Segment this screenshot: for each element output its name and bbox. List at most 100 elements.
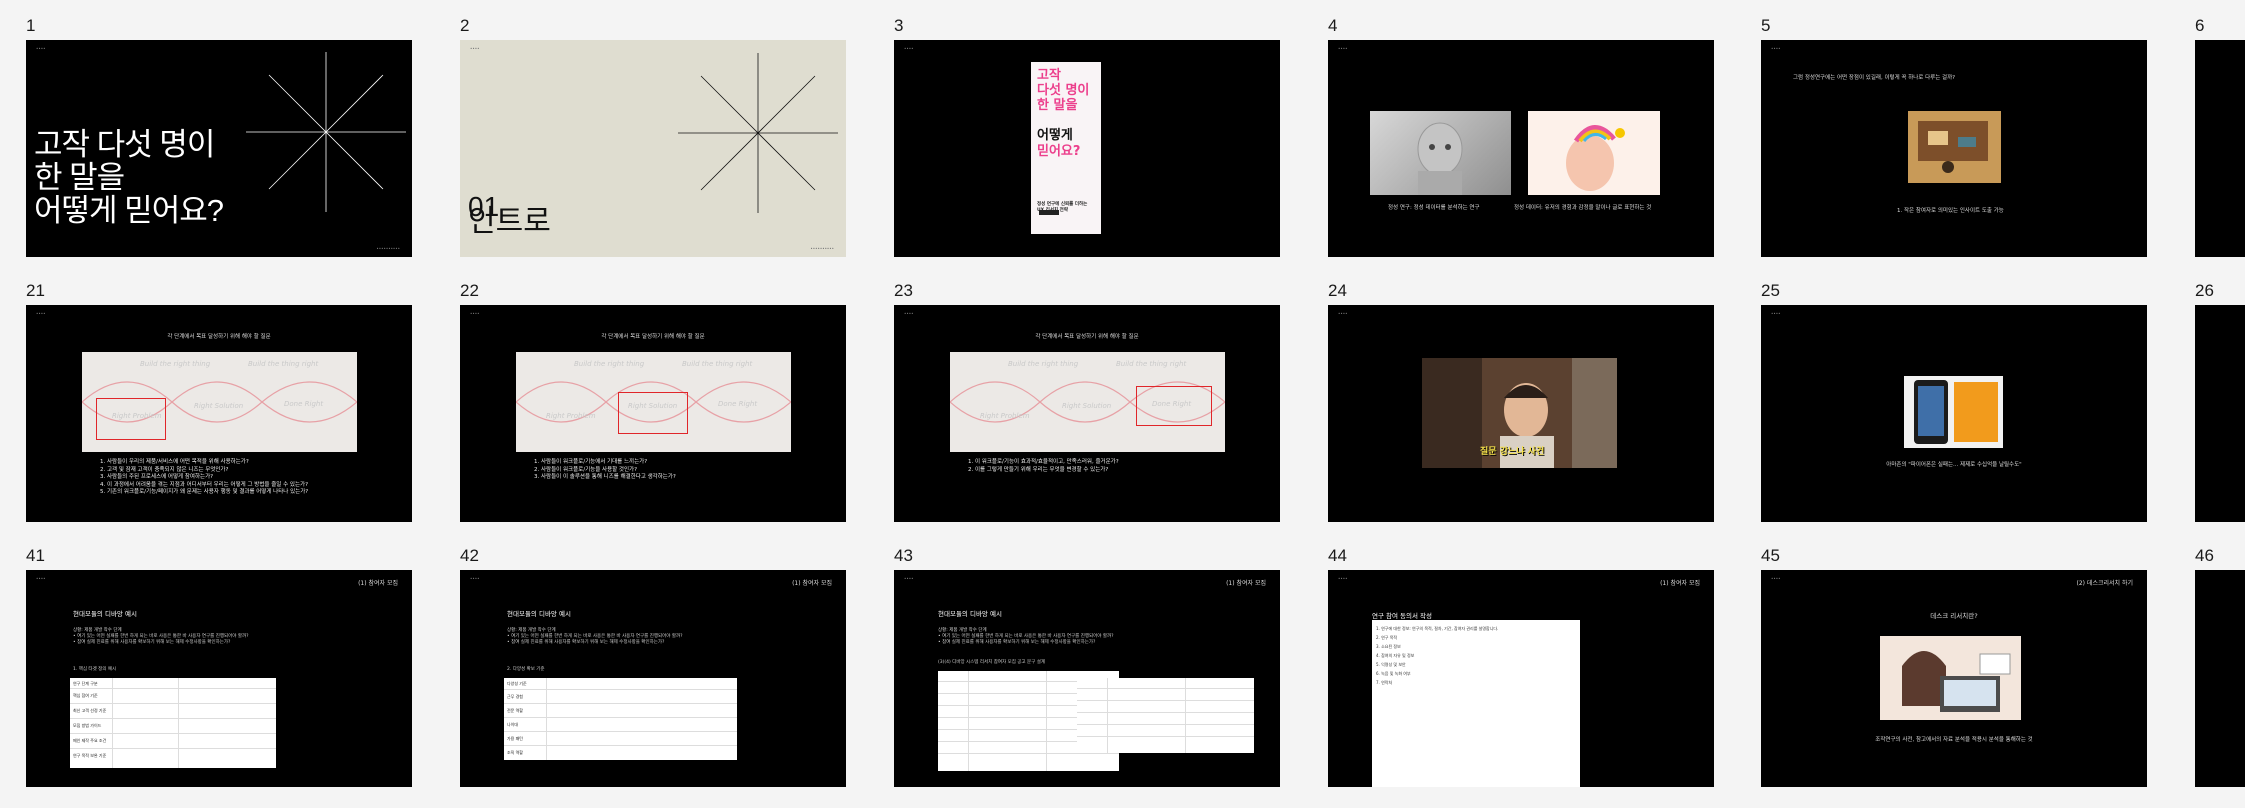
slide-heading: 각 단계에서 목표 달성하기 위해 해야 할 질문: [601, 334, 705, 340]
slide-number: 21: [26, 281, 45, 300]
slide-canvas[interactable]: •••• 정성 연구: 정성 데이터를 분석하는 연구 정성 데이터: 유저의 …: [1328, 40, 1714, 257]
highlight-box: [618, 392, 688, 434]
slide-canvas[interactable]: [2195, 305, 2245, 522]
caption-left: 정성 연구: 정성 데이터를 분석하는 연구: [1388, 205, 1480, 211]
recruit-table-b: [1077, 678, 1254, 753]
tv-banner-text: 질문 강느냐 사건: [1480, 447, 1545, 457]
slide-caption: 1. 작은 참여자로 의미있는 인사이트 도출 가능: [1897, 208, 2004, 214]
slide-number: 1: [26, 16, 36, 35]
diversity-table: 다양성 기준 근무 경험 전문 역할 나이대 가용 패턴 조직 역할: [504, 678, 737, 760]
slide-number: 44: [1328, 546, 1347, 565]
slide-logo: ••••: [904, 311, 914, 316]
slide-thumb-6[interactable]: 6: [2195, 16, 2245, 261]
slide-thumb-41[interactable]: 41 •••• (1) 참여자 모집 현대모듈의 디바앙 예시 상황: 제품 개…: [26, 546, 412, 791]
slide-logo: ••••: [1338, 311, 1348, 316]
section-heading: 2. 다양성 확보 기준: [507, 667, 545, 672]
slide-thumb-45[interactable]: 45 •••• (2) 데스크리서치 하기 데스크 리서치란? 조작연구의 사전…: [1761, 546, 2147, 791]
slide-logo: ••••: [36, 311, 46, 316]
caption-right: 정성 데이터: 유저의 경험과 감정을 말이나 글로 표현하는 것: [1514, 205, 1652, 211]
slide-logo: ••••: [470, 311, 480, 316]
slide-canvas[interactable]: •••• 고작 다섯 명이 한 말을 어떻게 믿어요? 정성 연구에 신뢰를 더…: [894, 40, 1280, 257]
slide-number: 3: [894, 16, 904, 35]
book-subtitle: 정성 연구에 신뢰를 더하는 UX 리서치 전략: [1037, 202, 1088, 213]
slide-logo: ••••: [36, 576, 46, 581]
slide-thumb-46[interactable]: 46: [2195, 546, 2245, 791]
slide-canvas[interactable]: •••• 그럼 정성연구에는 어떤 장점이 있길래, 이렇게 꼭 하나로 다루는…: [1761, 40, 2147, 257]
slide-footer: ••••••••••: [810, 246, 834, 251]
book-title-mid: 어떻게: [1037, 128, 1073, 143]
slide-thumb-5[interactable]: 5 •••• 그럼 정성연구에는 어떤 장점이 있길래, 이렇게 꼭 하나로 다…: [1761, 16, 2147, 261]
slide-heading: 데스크 리서치란?: [1930, 612, 1978, 620]
slide-canvas[interactable]: •••• 고작 다섯 명이 한 말을 어떻게 믿어요? ••••••••••: [26, 40, 412, 257]
chapter-title: 인트로: [468, 205, 551, 238]
slide-number: 6: [2195, 16, 2205, 35]
slide-thumb-4[interactable]: 4 •••• 정성 연구: 정성 데이터를 분석하는 연구 정성 데이터: 유저…: [1328, 16, 1714, 261]
book-cover: 고작 다섯 명이 한 말을 어떻게 믿어요? 정성 연구에 신뢰를 더하는 UX…: [1031, 62, 1101, 234]
slide-canvas[interactable]: [2195, 40, 2245, 257]
question-list: 1. 이 워크플로/기능이 효과적/효율적이고, 만족스러워, 즐거운가? 2.…: [968, 459, 1119, 473]
section-heading: 1. 핵심 타겟 정의 예시: [73, 667, 117, 672]
slide-question: 그럼 정성연구에는 어떤 장점이 있길래, 이렇게 꼭 하나로 다루는 걸까?: [1793, 75, 1956, 81]
slide-number: 25: [1761, 281, 1780, 300]
slide-logo: ••••: [904, 576, 914, 581]
doc-title: 현대모듈의 디바앙 예시: [73, 610, 137, 618]
slide-thumb-26[interactable]: 26: [2195, 281, 2245, 526]
slide-number: 4: [1328, 16, 1338, 35]
slide-canvas[interactable]: •••• (2) 데스크리서치 하기 데스크 리서치란? 조작연구의 사전, 참…: [1761, 570, 2147, 787]
slide-title: 고작 다섯 명이 한 말을 어떻게 믿어요?: [34, 127, 224, 228]
doc-text: 상황: 제품 개발 착수 단계 • 여기 있는 어떤 실패를 한번 하게 되는 …: [73, 628, 249, 645]
slide-number: 2: [460, 16, 470, 35]
slide-number: 45: [1761, 546, 1780, 565]
slide-thumb-25[interactable]: 25 •••• 아마존의 "파이어폰은 실패는... 제제로 수십억을 날릴수도…: [1761, 281, 2147, 526]
slide-number: 42: [460, 546, 479, 565]
slide-thumb-24[interactable]: 24 •••• 질문 강느냐 사건: [1328, 281, 1714, 526]
slide-logo: ••••: [470, 46, 480, 51]
slide-thumb-44[interactable]: 44 •••• (1) 참여자 모집 연구 참여 동의서 작성 1. 연구에 대…: [1328, 546, 1714, 791]
slide-canvas[interactable]: •••• (1) 참여자 모집 현대모듈의 디바앙 예시 상황: 제품 개발 착…: [26, 570, 412, 787]
section-tag: (1) 참여자 모집: [1226, 580, 1266, 587]
slide-canvas[interactable]: [2195, 570, 2245, 787]
slide-thumb-43[interactable]: 43 •••• (1) 참여자 모집 현대모듈의 디바앙 예시 상황: 제품 개…: [894, 546, 1280, 791]
slide-logo: ••••: [1771, 576, 1781, 581]
slide-canvas[interactable]: •••• 01 인트로 ••••••••••: [460, 40, 846, 257]
asterisk-graphic: [678, 53, 838, 213]
slide-canvas[interactable]: •••• 각 단계에서 목표 달성하기 위해 해야 할 질문 Build the…: [894, 305, 1280, 522]
slide-canvas[interactable]: •••• 질문 강느냐 사건: [1328, 305, 1714, 522]
slide-caption: 아마존의 "파이어폰은 실패는... 제제로 수십억을 날릴수도": [1886, 462, 2022, 468]
slide-thumb-1[interactable]: 1 •••• 고작 다섯 명이 한 말을 어떻게 믿어요? ••••••••••: [26, 16, 412, 261]
book-title-bottom: 믿어요?: [1037, 144, 1081, 159]
slide-thumb-3[interactable]: 3 •••• 고작 다섯 명이 한 말을 어떻게 믿어요? 정성 연구에 신뢰를…: [894, 16, 1280, 261]
slide-number: 5: [1761, 16, 1771, 35]
slide-thumb-23[interactable]: 23 •••• 각 단계에서 목표 달성하기 위해 해야 할 질문 Build …: [894, 281, 1280, 526]
slide-canvas[interactable]: •••• 아마존의 "파이어폰은 실패는... 제제로 수십억을 날릴수도": [1761, 305, 2147, 522]
highlight-box: [96, 398, 166, 440]
tv-show-photo: 질문 강느냐 사건: [1422, 358, 1617, 468]
slide-number: 22: [460, 281, 479, 300]
slide-thumb-42[interactable]: 42 •••• (1) 참여자 모집 현대모듈의 디바앙 예시 상황: 제품 개…: [460, 546, 846, 791]
robot-photo: [1370, 111, 1511, 195]
slide-canvas[interactable]: •••• 각 단계에서 목표 달성하기 위해 해야 할 질문 Build the…: [460, 305, 846, 522]
section-tag: (1) 참여자 모집: [1660, 580, 1700, 587]
slide-thumb-21[interactable]: 21 •••• 각 단계에서 목표 달성하기 위해 해야 할 질문 Build …: [26, 281, 412, 526]
slide-footer: ••••••••••: [376, 246, 400, 251]
doc-text: 상황: 제품 개발 착수 단계 • 여기 있는 어떤 실패를 한번 하게 되는 …: [938, 628, 1114, 645]
slide-canvas[interactable]: •••• (1) 참여자 모집 현대모듈의 디바앙 예시 상황: 제품 개발 착…: [894, 570, 1280, 787]
slide-canvas[interactable]: •••• 각 단계에서 목표 달성하기 위해 해야 할 질문 Build the…: [26, 305, 412, 522]
slide-thumb-22[interactable]: 22 •••• 각 단계에서 목표 달성하기 위해 해야 할 질문 Build …: [460, 281, 846, 526]
doc-title: 현대모듈의 디바앙 예시: [938, 610, 1002, 618]
double-diamond-diagram: Build the right thing Build the thing ri…: [516, 352, 791, 452]
slide-canvas[interactable]: •••• (1) 참여자 모집 연구 참여 동의서 작성 1. 연구에 대한 정…: [1328, 570, 1714, 787]
section-tag: (1) 참여자 모집: [358, 580, 398, 587]
consent-form-doc: 1. 연구에 대한 정보: 연구의 목적, 절차, 기간, 참여자 권리를 설명…: [1372, 620, 1580, 787]
slide-number: 46: [2195, 546, 2214, 565]
doc-title: 현대모듈의 디바앙 예시: [507, 610, 571, 618]
doc-text: 상황: 제품 개발 착수 단계 • 여기 있는 어떤 실패를 한번 하게 되는 …: [507, 628, 683, 645]
double-diamond-diagram: Build the right thing Build the thing ri…: [82, 352, 357, 452]
slide-sorter-grid: 1 •••• 고작 다섯 명이 한 말을 어떻게 믿어요? ••••••••••…: [0, 0, 2245, 808]
slide-canvas[interactable]: •••• (1) 참여자 모집 현대모듈의 디바앙 예시 상황: 제품 개발 착…: [460, 570, 846, 787]
slide-logo: ••••: [36, 46, 46, 51]
slide-number: 43: [894, 546, 913, 565]
section-tag: (2) 데스크리서치 하기: [2076, 580, 2133, 587]
section-heading: (3)(4) 디바앙 시스템 리서치 참여자 모집 공고 문구 설계: [938, 660, 1045, 665]
slide-thumb-2[interactable]: 2 •••• 01 인트로 ••••••••••: [460, 16, 846, 261]
